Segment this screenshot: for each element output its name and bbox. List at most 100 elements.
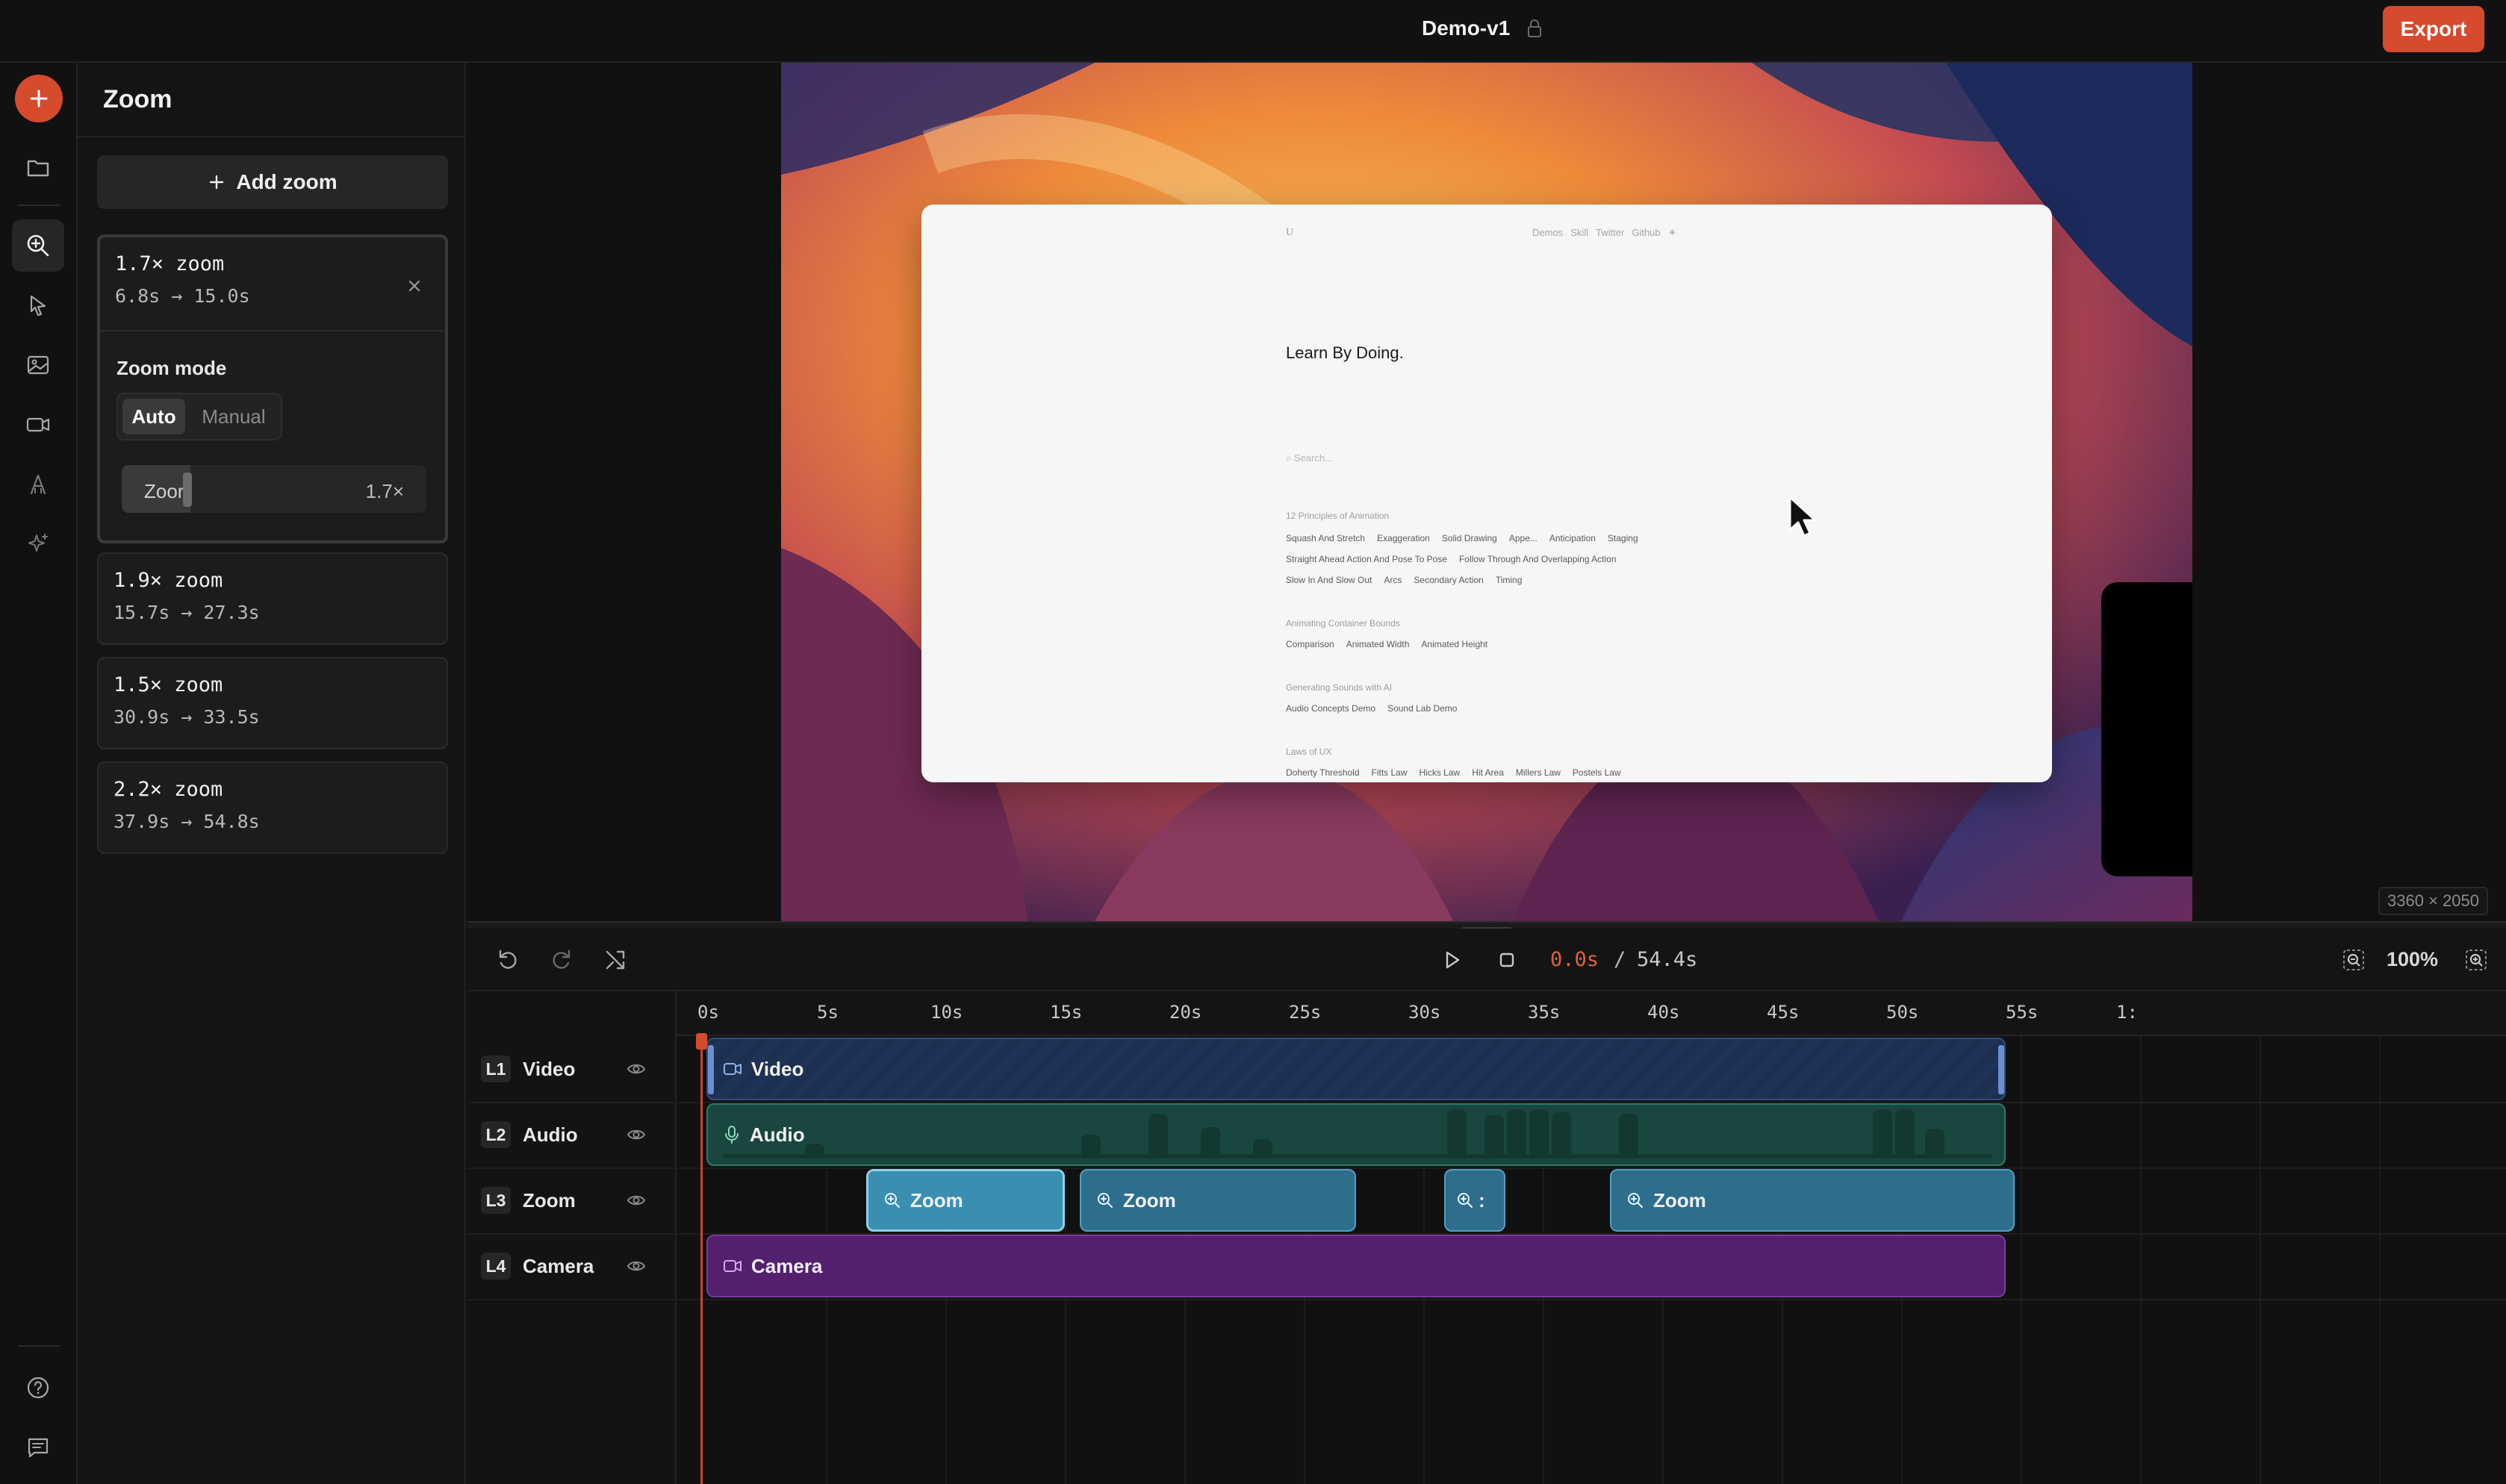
slider-thumb[interactable] [183,473,192,507]
section-title: Animating Container Bounds [1286,618,1400,629]
time-ruler[interactable]: 0s 5s 10s 15s 20s 25s 30s 35s 40s 45s 50… [677,991,2506,1036]
add-icon[interactable] [15,75,63,122]
timeline-toolbar: 0.0s / 54.4s 100% [467,929,2506,991]
microphone-icon [725,1126,739,1144]
timeline-zoom-level: 100% [2387,948,2439,970]
sparkle-icon[interactable] [12,518,64,570]
link-row: Squash And Stretch Exaggeration Solid Draw… [1286,533,1638,543]
mouse-cursor-icon [1788,496,1817,537]
mode-manual-option[interactable]: Manual [191,399,276,434]
split-icon[interactable] [602,947,629,973]
zoom-clip[interactable]: Zoom [1080,1169,1356,1232]
panel-title: Zoom [103,85,172,113]
clip-label: Audio [750,1123,805,1146]
ruler-tick: 45s [1767,1002,1800,1023]
play-icon[interactable] [1438,947,1465,973]
undo-icon[interactable] [494,947,521,973]
folder-icon[interactable] [12,142,64,194]
track-id: L2 [481,1121,511,1148]
zoom-card-range: 15.7s → 27.3s [114,602,260,623]
zoom-in-icon [885,1193,900,1208]
zoom-panel: Zoom Add zoom 1.7× zoom 6.8s → 15.0s Zoo… [78,63,466,1484]
timeline: 0s 5s 10s 15s 20s 25s 30s 35s 40s 45s 50… [467,991,2506,1484]
camera-tool-icon[interactable] [12,399,64,451]
background-wallpaper: U Demos Skill Twitter Github ☀ Learn By … [781,63,2192,921]
nav-link: Demos [1532,227,1564,238]
zoom-in-icon[interactable] [2463,947,2490,973]
time-separator: / [1614,948,1626,971]
zoom-level-slider[interactable]: Zoor 1.7× [119,463,429,515]
zoom-card[interactable]: 1.9× zoom 15.7s → 27.3s [97,552,448,645]
app-window: Demo-v1 Export Zoom Add zoom 1.7× zoom 6… [0,0,2506,1484]
stop-icon[interactable] [1493,947,1520,973]
section-title: Laws of UX [1286,746,1332,757]
playhead[interactable] [700,1033,703,1484]
resolution-badge: 3360 × 2050 [2378,887,2488,915]
redo-icon[interactable] [548,947,575,973]
link-row: Audio Concepts Demo Sound Lab Demo [1286,703,1458,714]
zoom-card-title: 1.9× zoom [114,569,223,592]
project-title[interactable]: Demo-v1 [1422,16,1510,40]
ruler-tick: 20s [1169,1002,1202,1023]
site-nav: Demos Skill Twitter Github ☀ [1532,227,1676,239]
audio-clip[interactable]: Audio [706,1103,2006,1166]
lock-icon[interactable] [1526,18,1543,39]
current-time: 0.0s [1550,948,1599,971]
text-tool-icon[interactable] [12,458,64,511]
site-search: ⌕ Search... [1286,452,1333,464]
clip-label: Zoom [910,1188,963,1212]
track-header-video[interactable]: L1 Video [481,1054,575,1084]
close-icon[interactable] [406,278,423,294]
zoom-card[interactable]: 1.7× zoom 6.8s → 15.0s Zoom mode Auto Ma… [97,234,448,543]
camera-icon [724,1063,741,1075]
zoom-out-icon[interactable] [2340,947,2367,973]
webcam-overlay[interactable] [2101,582,2192,876]
zoom-card-range: 30.9s → 33.5s [114,706,260,728]
link-row: Straight Ahead Action And Pose To Pose Fo… [1286,554,1617,564]
zoom-in-icon [1458,1193,1473,1208]
eye-icon[interactable] [626,1190,647,1211]
playhead-handle[interactable] [696,1033,707,1050]
zoom-in-icon [1098,1193,1113,1208]
slider-label: Zoor [144,480,184,502]
zoom-clip[interactable]: Zoom [1610,1169,2015,1232]
zoom-clip[interactable]: Zoom [866,1169,1065,1232]
recorded-screen: U Demos Skill Twitter Github ☀ Learn By … [921,205,2052,782]
nav-link: Twitter [1596,227,1625,238]
site-logo: U [1286,227,1294,238]
zoom-card[interactable]: 2.2× zoom 37.9s → 54.8s [97,761,448,854]
zoom-card-range: 6.8s → 15.0s [115,285,250,307]
ruler-tick: 50s [1886,1002,1919,1023]
eye-icon[interactable] [626,1124,647,1145]
feedback-icon[interactable] [12,1421,64,1474]
video-clip[interactable]: Video [706,1038,2006,1100]
link-row: Slow In And Slow Out Arcs Secondary Action… [1286,575,1523,585]
panel-splitter[interactable] [467,921,2506,930]
eye-icon[interactable] [626,1059,647,1079]
clip-label: Camera [751,1254,823,1277]
track-header-zoom[interactable]: L3 Zoom [481,1185,576,1215]
total-duration: 54.4s [1637,948,1698,971]
zoom-mode-label: Zoom mode [116,357,227,379]
export-button[interactable]: Export [2383,6,2484,52]
mode-auto-option[interactable]: Auto [122,399,185,434]
camera-clip[interactable]: Camera [706,1235,2006,1297]
eye-icon[interactable] [626,1256,647,1276]
track-header-audio[interactable]: L2 Audio [481,1120,578,1150]
zoom-clip[interactable]: : [1444,1169,1505,1232]
background-tool-icon[interactable] [12,339,64,391]
track-name: Zoom [523,1188,576,1212]
ruler-tick: 1: [2116,1002,2138,1023]
zoom-card[interactable]: 1.5× zoom 30.9s → 33.5s [97,657,448,749]
cursor-tool-icon[interactable] [12,279,64,331]
ruler-tick: 35s [1528,1002,1561,1023]
plus-icon [210,175,224,190]
add-zoom-button[interactable]: Add zoom [97,155,448,209]
slider-value: 1.7× [365,480,404,502]
zoom-card-title: 2.2× zoom [114,778,223,801]
top-bar: Demo-v1 Export [0,0,2506,63]
zoom-tool-icon[interactable] [12,219,64,272]
track-header-camera[interactable]: L4 Camera [481,1251,594,1281]
help-icon[interactable] [12,1362,64,1414]
track-id: L4 [481,1253,511,1279]
